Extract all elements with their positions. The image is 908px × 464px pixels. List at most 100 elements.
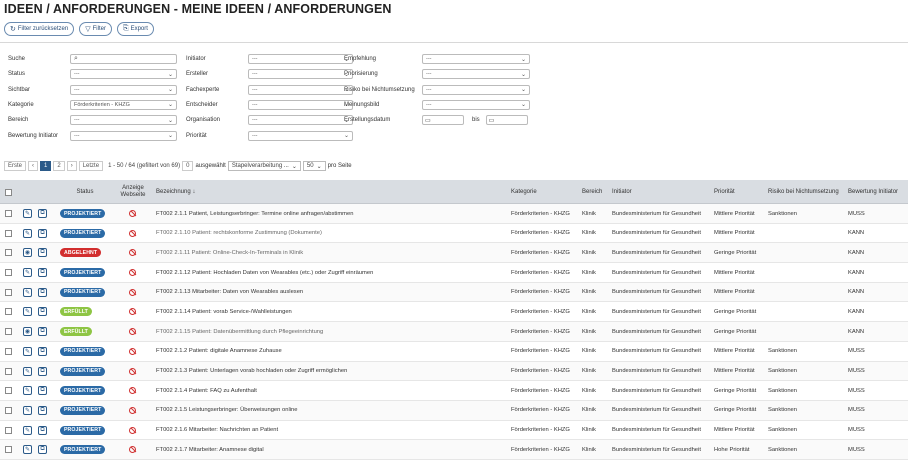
header-risk[interactable]: Risiko bei Nichtumsetzung xyxy=(768,180,839,204)
search-input[interactable]: ⌕ xyxy=(70,54,177,64)
open-detail-icon[interactable]: ⧉ xyxy=(38,248,47,258)
open-detail-icon[interactable]: ⧉ xyxy=(38,405,47,415)
open-detail-icon[interactable]: ⧉ xyxy=(38,287,47,297)
row-name[interactable]: FT002 2.1.5 Leistungserbringer: Überweis… xyxy=(156,401,297,420)
edit-icon[interactable]: ✎ xyxy=(23,405,32,415)
table-row[interactable]: ◉ ⧉ ERFÜLLT FT002 2.1.15 Patient: Datenüber… xyxy=(0,322,908,342)
row-checkbox[interactable] xyxy=(5,229,12,237)
filter-select[interactable]: --- ⌄ xyxy=(248,130,353,141)
filter-select[interactable]: --- ⌄ xyxy=(422,54,530,64)
open-detail-icon[interactable]: ⧉ xyxy=(38,386,47,396)
row-name[interactable]: FT002 2.1.7 Mitarbeiter: Anamnese digita… xyxy=(156,440,264,459)
edit-icon[interactable]: ✎ xyxy=(23,228,32,238)
filter-select[interactable]: --- ⌄ xyxy=(248,84,353,95)
open-detail-icon[interactable]: ⧉ xyxy=(38,327,47,337)
row-name[interactable]: FT002 2.1.2 Patient: digitale Anamnese Z… xyxy=(156,342,282,361)
row-checkbox[interactable] xyxy=(5,269,12,277)
page-1-button[interactable]: 1 xyxy=(40,161,52,171)
open-detail-icon[interactable]: ⧉ xyxy=(38,209,47,218)
row-checkbox[interactable] xyxy=(5,347,12,355)
filter-select[interactable]: --- ⌄ xyxy=(70,130,177,141)
edit-icon[interactable]: ✎ xyxy=(23,268,32,278)
row-name[interactable]: FT002 2.1.12 Patient: Hochladen Daten vo… xyxy=(156,263,373,282)
open-detail-icon[interactable]: ⧉ xyxy=(38,268,47,278)
last-page-button[interactable]: Letzte xyxy=(78,161,104,171)
header-category[interactable]: Kategorie xyxy=(511,180,537,204)
header-name[interactable]: Bezeichnung ↓ xyxy=(156,180,195,204)
row-name[interactable]: FT002 2.1.14 Patient: vorab Service-/Wah… xyxy=(156,302,292,321)
row-checkbox[interactable] xyxy=(5,249,12,257)
edit-icon[interactable]: ✎ xyxy=(23,209,32,218)
select-all-checkbox[interactable] xyxy=(5,188,12,196)
open-detail-icon[interactable]: ⧉ xyxy=(38,346,47,356)
table-row[interactable]: ✎ ⧉ PROJEKTIERT FT002 2.1.10 Patient: recht… xyxy=(0,224,908,244)
header-area[interactable]: Bereich xyxy=(582,180,602,204)
filter-select[interactable]: --- ⌄ xyxy=(422,99,530,110)
open-detail-icon[interactable]: ⧉ xyxy=(38,445,47,455)
filter-select[interactable]: --- ⌄ xyxy=(248,54,353,64)
header-website[interactable]: Anzeige Webseite xyxy=(116,180,150,204)
export-button[interactable]: ⎘ Export xyxy=(116,22,154,36)
row-name[interactable]: FT002 2.1.13 Mitarbeiter: Daten von Wear… xyxy=(156,283,303,302)
first-page-button[interactable]: Erste xyxy=(4,161,27,171)
row-checkbox[interactable] xyxy=(5,210,12,217)
filter-button[interactable]: ▽ Filter xyxy=(79,22,112,36)
row-checkbox[interactable] xyxy=(5,387,12,395)
filter-select[interactable]: --- ⌄ xyxy=(70,115,177,126)
row-checkbox[interactable] xyxy=(5,288,12,296)
page-size-select[interactable]: 50 ⌄ xyxy=(302,161,326,171)
table-row[interactable]: ◉ ⧉ ABGELEHNT FT002 2.1.11 Patient: Online-… xyxy=(0,243,908,264)
table-row[interactable]: ✎ ⧉ PROJEKTIERT FT002 2.1.4 Patient: FAQ zu… xyxy=(0,381,908,401)
filter-select[interactable]: --- ⌄ xyxy=(70,69,177,80)
row-name[interactable]: FT002 2.1.11 Patient: Online-Check-In-Te… xyxy=(156,243,303,262)
prev-page-button[interactable]: ‹ xyxy=(28,161,39,171)
header-priority[interactable]: Priorität xyxy=(714,180,735,204)
bulk-action-select[interactable]: Stapelverarbeitung ... ⌄ xyxy=(227,161,301,171)
filter-select[interactable]: --- ⌄ xyxy=(70,84,177,95)
edit-icon[interactable]: ✎ xyxy=(23,307,32,317)
row-name[interactable]: FT002 2.1.3 Patient: Unterlagen vorab ho… xyxy=(156,362,347,381)
header-initiator[interactable]: Initiator xyxy=(612,180,632,204)
row-checkbox[interactable] xyxy=(5,367,12,375)
edit-icon[interactable]: ✎ xyxy=(23,287,32,297)
filter-select[interactable]: --- ⌄ xyxy=(422,69,530,80)
filter-select[interactable]: --- ⌄ xyxy=(248,115,353,126)
page-2-button[interactable]: 2 xyxy=(53,161,65,171)
edit-icon[interactable]: ✎ xyxy=(23,386,32,396)
filter-select[interactable]: Förderkriterien - KHZG ⌄ xyxy=(70,99,177,110)
row-checkbox[interactable] xyxy=(5,328,12,336)
table-row[interactable]: ✎ ⧉ PROJEKTIERT FT002 2.1.7 Mitarbeiter: An… xyxy=(0,440,908,460)
table-row[interactable]: ✎ ⧉ PROJEKTIERT FT002 2.1.3 Patient: Unterl… xyxy=(0,361,908,382)
table-row[interactable]: ✎ ⧉ PROJEKTIERT FT002 2.1.12 Patient: Hochl… xyxy=(0,263,908,283)
edit-icon[interactable]: ✎ xyxy=(23,425,32,435)
filter-select[interactable]: --- ⌄ xyxy=(248,99,353,110)
row-name[interactable]: FT002 2.1.6 Mitarbeiter: Nachrichten an … xyxy=(156,421,278,440)
table-row[interactable]: ✎ ⧉ ERFÜLLT FT002 2.1.14 Patient: vorab Ser… xyxy=(0,302,908,323)
row-checkbox[interactable] xyxy=(5,406,12,414)
row-checkbox[interactable] xyxy=(5,446,12,454)
open-detail-icon[interactable]: ⧉ xyxy=(38,307,47,317)
table-row[interactable]: ✎ ⧉ PROJEKTIERT FT002 2.1.5 Leistungserbrin… xyxy=(0,400,908,421)
edit-icon[interactable]: ✎ xyxy=(23,346,32,356)
filter-select[interactable]: --- ⌄ xyxy=(422,84,530,95)
view-icon[interactable]: ◉ xyxy=(23,327,32,337)
edit-icon[interactable]: ✎ xyxy=(23,445,32,455)
table-row[interactable]: ✎ ⧉ PROJEKTIERT FT002 2.1.1 Patient, Leistu… xyxy=(0,204,908,224)
next-page-button[interactable]: › xyxy=(66,161,77,171)
open-detail-icon[interactable]: ⧉ xyxy=(38,425,47,435)
row-checkbox[interactable] xyxy=(5,308,12,316)
open-detail-icon[interactable]: ⧉ xyxy=(38,228,47,238)
row-name[interactable]: FT002 2.1.15 Patient: Datenübermittlung … xyxy=(156,322,323,341)
row-name[interactable]: FT002 2.1.1 Patient, Leistungserbringer:… xyxy=(156,204,353,223)
open-detail-icon[interactable]: ⧉ xyxy=(38,366,47,376)
header-rating[interactable]: Bewertung Initiator xyxy=(848,180,898,204)
edit-icon[interactable]: ✎ xyxy=(23,366,32,376)
date-to-input[interactable]: ▭ xyxy=(485,115,528,126)
header-status[interactable]: Status xyxy=(72,180,98,204)
filter-select[interactable]: --- ⌄ xyxy=(248,69,353,80)
row-checkbox[interactable] xyxy=(5,426,12,434)
table-row[interactable]: ✎ ⧉ PROJEKTIERT FT002 2.1.2 Patient: digita… xyxy=(0,342,908,362)
table-row[interactable]: ✎ ⧉ PROJEKTIERT FT002 2.1.6 Mitarbeiter: Na… xyxy=(0,421,908,441)
reset-filter-button[interactable]: ↻ Filter zurücksetzen xyxy=(4,22,75,36)
view-icon[interactable]: ◉ xyxy=(23,248,32,258)
